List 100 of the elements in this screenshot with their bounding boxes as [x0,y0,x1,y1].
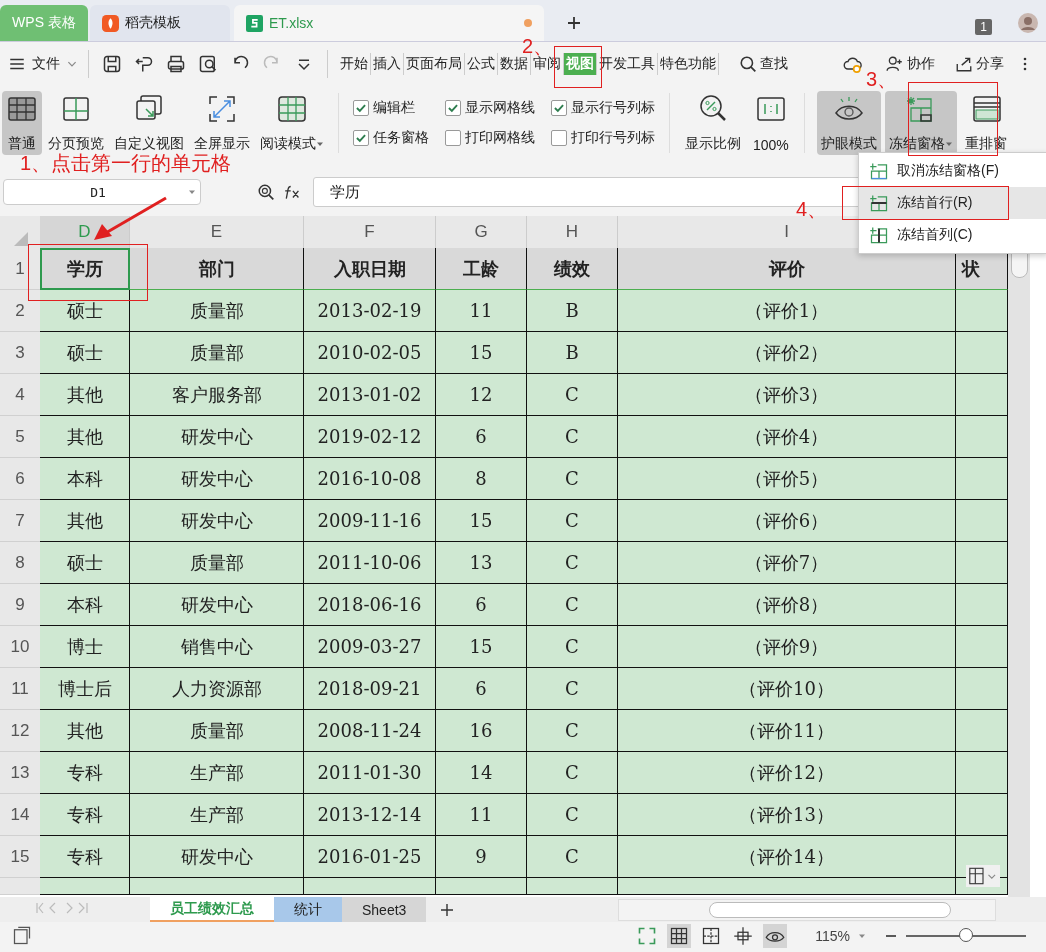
table-cell: 6 [436,584,527,626]
name-box[interactable]: D1 [3,179,201,205]
table-cell: 研发中心 [130,416,304,458]
table-cell: 2009-11-16 [304,500,436,542]
sheet-tab[interactable]: 员工绩效汇总 [150,897,274,922]
checkbox[interactable]: 显示行号列标 [551,93,655,123]
table-cell: （评价8） [618,584,956,626]
search-icon [739,55,757,73]
table-cell: 15 [436,500,527,542]
eye-icon[interactable] [763,924,788,948]
view-button[interactable]: 普通 [2,91,42,155]
table-cell: C [527,584,618,626]
table-cell: 研发中心 [130,584,304,626]
file-menu[interactable]: 文件 [32,55,60,73]
sheet-tab[interactable]: Sheet3 [342,897,427,922]
table-cell: 博士 [40,626,130,668]
row-number[interactable]: 10 [0,626,40,668]
save-icon[interactable] [102,54,122,74]
table-cell: 其他 [40,374,130,416]
checkbox[interactable]: 编辑栏 [353,93,429,123]
horizontal-scrollbar[interactable] [618,898,996,921]
table-cell: 硕士 [40,542,130,584]
table-cell: 专科 [40,794,130,836]
export-icon[interactable] [134,54,154,74]
column-header[interactable]: G [436,216,527,248]
table-cell: 硕士 [40,332,130,374]
checkbox[interactable]: 打印行号列标 [551,123,655,153]
row-number[interactable]: 1 [0,248,40,290]
table-cell: 2008-11-24 [304,710,436,752]
avatar-icon[interactable] [1018,13,1038,33]
row-number[interactable]: 5 [0,416,40,458]
print-icon[interactable] [166,54,186,74]
table-cell: 6 [436,668,527,710]
row-number[interactable]: 11 [0,668,40,710]
zoom-button[interactable]: 100% [748,91,794,155]
row-number[interactable]: 12 [0,710,40,752]
tool-button[interactable]: 护眼模式 [816,91,881,155]
ribbon-tab[interactable]: 数据 [498,53,531,75]
row-number[interactable]: 8 [0,542,40,584]
menu-item[interactable]: 冻结首行(R) [859,187,1046,219]
table-cell [956,542,1008,584]
tab-count[interactable]: 1 [975,19,992,35]
table-cell: 2010-02-05 [304,332,436,374]
zoom-button[interactable]: 显示比例 [680,91,746,155]
share-button[interactable]: 分享 [955,55,1004,73]
print-preview-icon[interactable] [198,54,218,74]
paste-options-icon[interactable] [966,865,1000,887]
table-cell: 2013-01-02 [304,374,436,416]
ribbon-tab[interactable]: 特色功能 [658,53,719,75]
table-cell: C [527,416,618,458]
zoom-formula-icon[interactable] [257,183,275,201]
more-icon[interactable] [1022,56,1028,72]
table-cell: 研发中心 [130,458,304,500]
table-cell: 9 [436,836,527,878]
ribbon-tab[interactable]: 开始 [338,53,371,75]
table-cell: 15 [436,332,527,374]
column-header[interactable]: E [130,216,304,248]
add-sheet-icon[interactable] [440,902,455,917]
freeze-column-icon [869,225,889,245]
ribbon-tab[interactable]: 页面布局 [404,53,465,75]
row-number[interactable]: 13 [0,752,40,794]
table-cell [956,584,1008,626]
table-cell: 研发中心 [130,836,304,878]
search-button[interactable]: 查找 [739,55,788,73]
checkbox[interactable]: 打印网格线 [445,123,535,153]
caret-icon[interactable] [858,932,866,940]
table-cell: 生产部 [130,752,304,794]
column-header[interactable]: H [527,216,618,248]
row-number[interactable]: 14 [0,794,40,836]
row-number[interactable]: 7 [0,500,40,542]
table-cell: （评价1） [618,290,956,332]
table-cell [956,416,1008,458]
row-number[interactable]: 15 [0,836,40,878]
ribbon-tab[interactable]: 公式 [465,53,498,75]
ribbon-tab[interactable]: 插入 [371,53,404,75]
checkbox[interactable]: 显示网格线 [445,93,535,123]
table-cell: 硕士 [40,290,130,332]
row-number[interactable]: 9 [0,584,40,626]
table-cell: 2011-01-30 [304,752,436,794]
table-cell: （评价7） [618,542,956,584]
normal-view-icon[interactable] [667,924,692,948]
new-tab-icon[interactable] [566,15,582,31]
table-cell: C [527,500,618,542]
header-cell: 绩效 [527,248,618,290]
view-button[interactable]: 阅读模式 [256,91,328,155]
checkbox[interactable]: 任务窗格 [353,123,429,153]
zoom-level[interactable]: 115% [815,928,850,944]
zoom-slider-thumb[interactable] [959,928,973,942]
spreadsheet-logo-icon [246,14,263,32]
sheet-tab[interactable]: 统计 [274,897,342,922]
row-number[interactable]: 3 [0,332,40,374]
row-number[interactable]: 2 [0,290,40,332]
table-cell: 16 [436,710,527,752]
row-number[interactable]: 6 [0,458,40,500]
document-tab[interactable]: 稻壳模板 [90,5,230,41]
table-cell: 人力资源部 [130,668,304,710]
column-header[interactable]: F [304,216,436,248]
table-cell: 销售中心 [130,626,304,668]
expand-icon [206,93,238,125]
row-number[interactable]: 4 [0,374,40,416]
